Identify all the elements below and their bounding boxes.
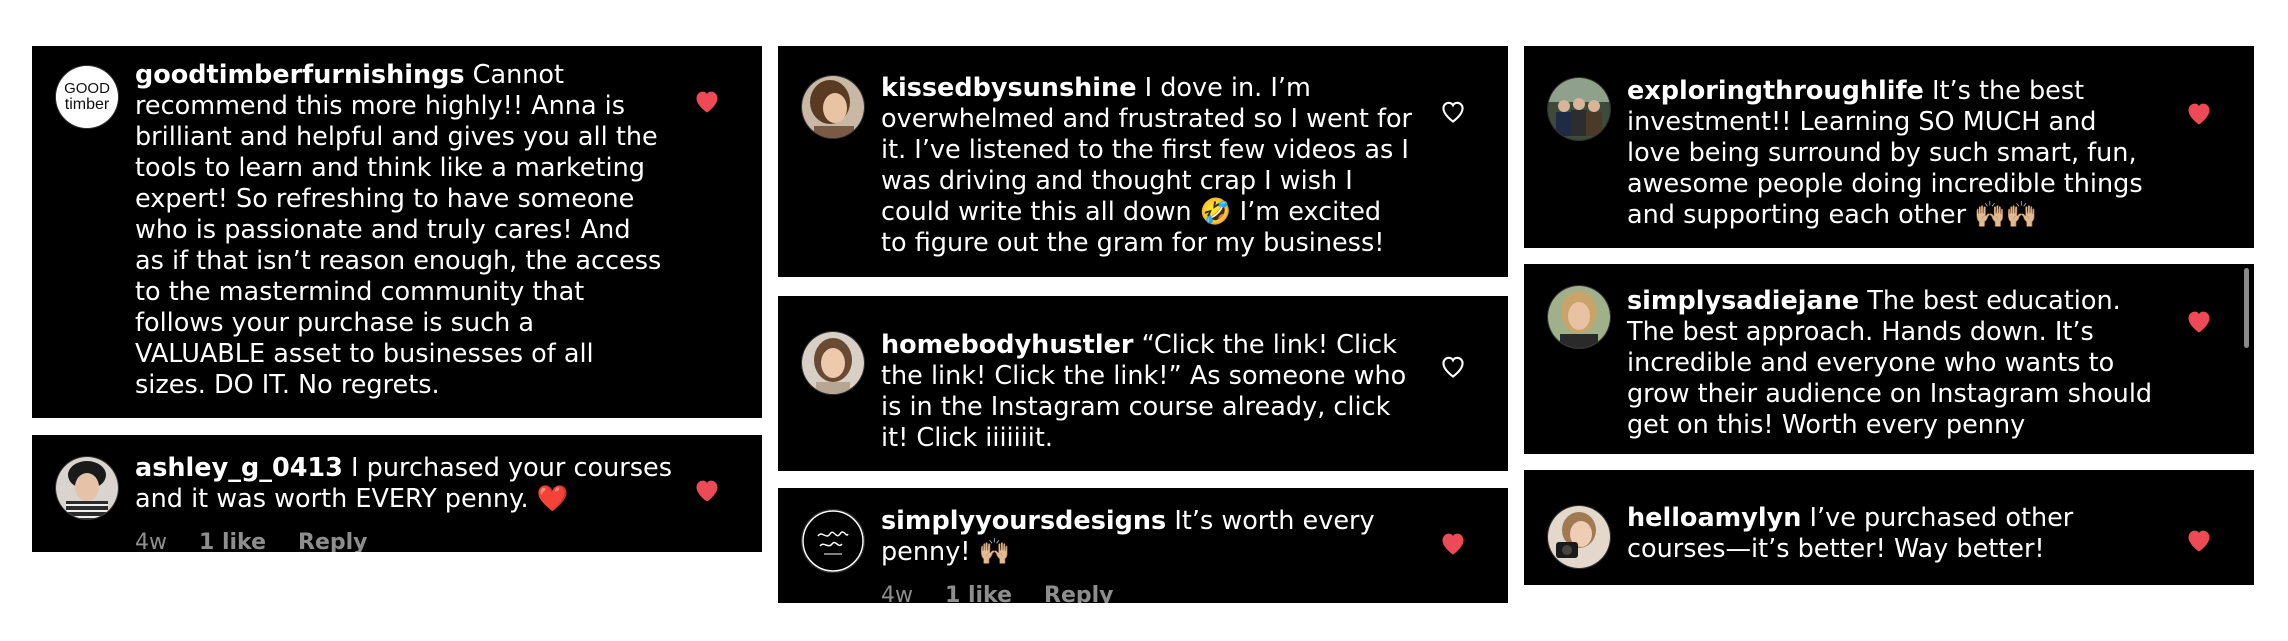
likes-count-link[interactable]: 1 like <box>199 530 266 552</box>
comment-text: simplyyoursdesigns It’s worth every penn… <box>881 506 1375 567</box>
username-link[interactable]: goodtimberfurnishings <box>135 60 465 90</box>
heart-icon[interactable] <box>2185 100 2213 126</box>
avatar[interactable]: GOOD timber <box>56 66 118 128</box>
heart-icon[interactable] <box>2185 527 2213 553</box>
comment-card-homebodyhustler: homebodyhustler “Click the link! Click t… <box>778 296 1508 471</box>
username-link[interactable]: homebodyhustler <box>881 330 1133 360</box>
avatar[interactable] <box>56 457 118 519</box>
avatar[interactable] <box>1548 506 1610 568</box>
heart-icon[interactable] <box>2185 308 2213 334</box>
username-link[interactable]: exploringthroughlife <box>1627 76 1924 106</box>
timestamp: 4w <box>881 583 913 603</box>
comment-card-ashley_g_0413: ashley_g_0413 I purchased your courses a… <box>32 435 762 552</box>
scrollbar[interactable] <box>2244 268 2249 348</box>
comment-card-simplysadiejane: simplysadiejane The best education. The … <box>1524 264 2254 454</box>
likes-count-link[interactable]: 1 like <box>945 583 1012 603</box>
reply-link[interactable]: Reply <box>298 530 368 552</box>
comment-card-kissedbysunshine: kissedbysunshine I dove in. I’m overwhel… <box>778 46 1508 277</box>
heart-icon[interactable] <box>1439 530 1467 556</box>
comment-text: ashley_g_0413 I purchased your courses a… <box>135 453 672 514</box>
avatar[interactable] <box>802 76 864 138</box>
avatar[interactable] <box>1548 78 1610 140</box>
comment-text: exploringthroughlife It’s the best inves… <box>1627 76 2143 230</box>
heart-icon[interactable] <box>693 88 721 114</box>
avatar[interactable] <box>802 510 864 572</box>
comment-meta: 4w 1 like Reply <box>135 530 400 552</box>
comment-text: goodtimberfurnishings Cannot recommend t… <box>135 60 662 400</box>
avatar[interactable] <box>802 332 864 394</box>
username-link[interactable]: simplysadiejane <box>1627 286 1859 316</box>
comment-text: simplysadiejane The best education. The … <box>1627 286 2153 440</box>
comment-card-simplyyoursdesigns: simplyyoursdesigns It’s worth every penn… <box>778 488 1508 603</box>
comment-text: kissedbysunshine I dove in. I’m overwhel… <box>881 73 1413 258</box>
avatar[interactable] <box>1548 286 1610 348</box>
comment-meta: 4w 1 like Reply <box>881 583 1146 603</box>
comment-text: helloamylyn I’ve purchased other courses… <box>1627 503 2074 564</box>
reply-link[interactable]: Reply <box>1044 583 1114 603</box>
username-link[interactable]: ashley_g_0413 <box>135 453 343 483</box>
comment-card-helloamylyn: helloamylyn I’ve purchased other courses… <box>1524 470 2254 585</box>
comment-text: homebodyhustler “Click the link! Click t… <box>881 330 1407 453</box>
heart-outline-icon[interactable] <box>1439 98 1467 124</box>
heart-outline-icon[interactable] <box>1439 353 1467 379</box>
comment-card-exploringthroughlife: exploringthroughlife It’s the best inves… <box>1524 46 2254 248</box>
svg-text:GOOD: GOOD <box>64 80 110 97</box>
svg-text:timber: timber <box>65 96 110 113</box>
heart-icon[interactable] <box>693 477 721 503</box>
username-link[interactable]: simplyyoursdesigns <box>881 506 1166 536</box>
username-link[interactable]: kissedbysunshine <box>881 73 1137 103</box>
username-link[interactable]: helloamylyn <box>1627 503 1801 533</box>
comment-card-goodtimberfurnishings: GOOD timber goodtimberfurnishings Cannot… <box>32 46 762 418</box>
timestamp: 4w <box>135 530 167 552</box>
